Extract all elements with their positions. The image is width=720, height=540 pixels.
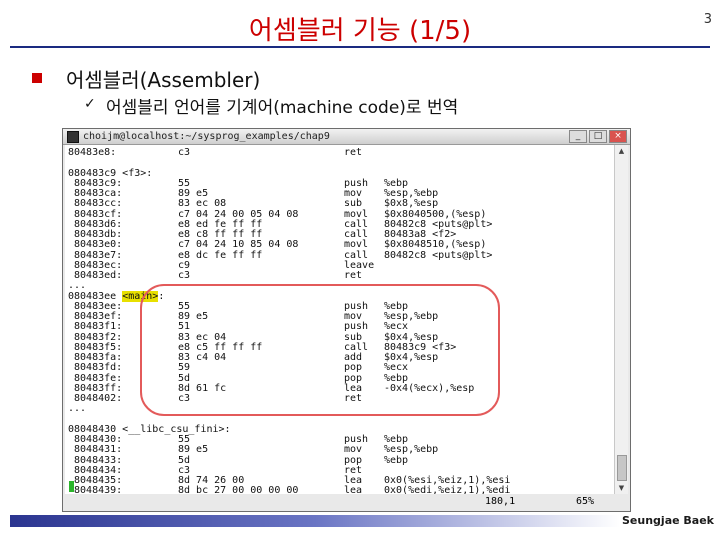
disasm-mnem: ret	[344, 147, 363, 158]
disasm-mnem: lea	[344, 485, 363, 494]
terminal-icon	[67, 131, 79, 143]
minimize-button[interactable]: _	[569, 130, 587, 143]
bullet-translation: 어셈블리 언어를 기계어(machine code)로 번역	[106, 98, 459, 118]
author-name: Seungjae Baek	[622, 514, 714, 527]
terminal-titlebar[interactable]: choijm@localhost:~/sysprog_examples/chap…	[63, 129, 630, 145]
disasm-bytes: c3	[178, 270, 191, 281]
footer-gradient-bar	[10, 515, 620, 527]
bullet-assembler: 어셈블러(Assembler)	[66, 68, 261, 92]
scroll-percent: 65%	[576, 496, 595, 507]
text-cursor	[69, 481, 74, 492]
vim-statusbar: 180,1 65%	[65, 494, 616, 509]
terminal-scrollbar[interactable]: ▲ ▼	[614, 145, 628, 494]
close-button[interactable]: ×	[609, 130, 627, 143]
disasm-addr: 80483e8:	[68, 147, 117, 158]
scroll-up-icon[interactable]: ▲	[615, 145, 628, 157]
disasm-bytes: c3	[178, 147, 191, 158]
disasm-addr: 8048439:	[68, 485, 123, 494]
window-controls: _ □ ×	[569, 130, 627, 143]
bullet-square-icon	[32, 73, 42, 83]
scrollbar-thumb[interactable]	[617, 455, 627, 481]
disasm-ops: %ebp	[384, 454, 409, 466]
title-divider	[10, 46, 710, 48]
checkmark-icon: ✓	[84, 96, 96, 112]
disasm-mnem: ret	[344, 270, 363, 281]
disasm-bytes: e8 dc fe ff ff	[178, 249, 263, 261]
maximize-button[interactable]: □	[589, 130, 607, 143]
cursor-position: 180,1	[485, 496, 516, 507]
disasm-ops: 80482c8 <puts@plt>	[384, 249, 493, 261]
disasm-ops: 0x0(%edi,%eiz,1),%edi	[384, 485, 511, 494]
slide-title: 어셈블러 기능 (1/5)	[248, 16, 472, 46]
disasm-bytes: 8d bc 27 00 00 00 00	[178, 485, 299, 494]
disasm-addr: ...	[68, 403, 87, 415]
annotation-oval-main	[140, 284, 500, 416]
page-number: 3	[703, 12, 712, 27]
scroll-down-icon[interactable]: ▼	[615, 482, 628, 494]
terminal-title: choijm@localhost:~/sysprog_examples/chap…	[83, 131, 330, 142]
